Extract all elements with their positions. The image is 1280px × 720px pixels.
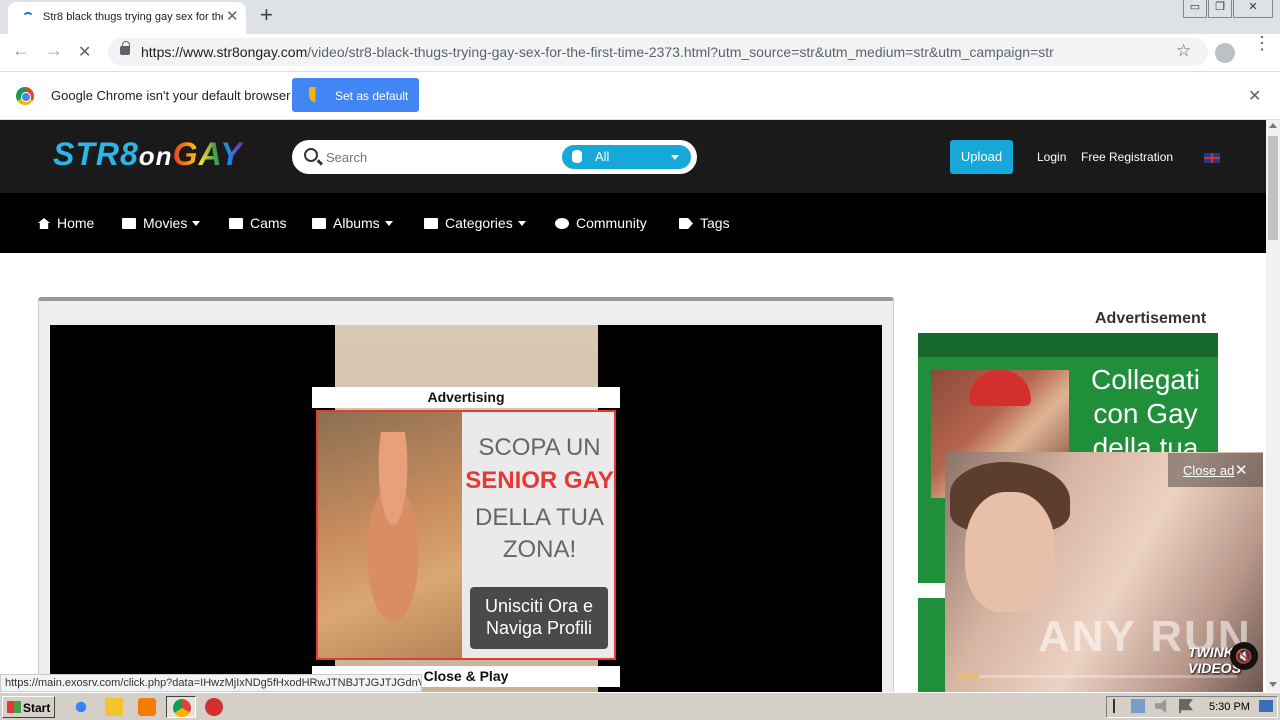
player-ad-banner[interactable]: SCOPA UN SENIOR GAY DELLA TUA ZONA! Unis… [316,410,616,660]
close-ad-button[interactable]: Close ad ✕ [1168,453,1263,487]
tray-expand-icon[interactable] [1113,699,1125,713]
window-close-button[interactable]: ✕ [1233,0,1273,18]
tab-close-icon[interactable]: ✕ [226,7,239,25]
sidebar-ad-text: Collegati con Gay della tua [1091,364,1200,455]
infobar-close-icon[interactable]: ✕ [1248,86,1261,106]
search-input[interactable] [326,147,546,167]
media-player-icon[interactable] [138,698,156,716]
tag-icon [679,218,693,229]
chrome-icon [173,699,191,717]
page-scrollbar[interactable] [1266,120,1280,692]
browser-menu-icon[interactable]: ⋮ [1253,34,1271,52]
advertising-label: Advertising [312,387,620,408]
nav-albums[interactable]: Albums [312,215,393,231]
opera-icon[interactable] [205,698,223,716]
address-bar[interactable]: https://www.str8ongay.com/video/str8-bla… [108,38,1208,66]
uk-flag-icon[interactable] [1204,153,1220,163]
chevron-down-icon [671,155,679,160]
new-tab-button[interactable]: + [260,2,273,28]
shield-icon [309,87,322,102]
ad-headline-1: SCOPA UN [478,434,601,461]
upload-button[interactable]: Upload [950,140,1013,174]
site-header: STR8onGAY All Upload Login Free Registra… [0,120,1266,193]
ie-icon[interactable] [72,698,90,716]
nav-community[interactable]: Community [555,215,647,231]
forward-button[interactable]: → [45,40,63,61]
link-status-bar: https://main.exosrv.com/click.php?data=I… [0,674,422,692]
scroll-thumb[interactable] [1268,136,1278,240]
volume-icon[interactable] [1155,699,1167,713]
video-camera-icon [229,218,243,229]
chevron-down-icon [384,221,393,226]
scroll-up-icon[interactable] [1269,123,1277,128]
search-icon[interactable] [304,148,318,162]
set-as-default-button[interactable]: Set as default [292,78,419,112]
home-icon [38,218,50,229]
folder-icon[interactable] [105,698,123,716]
ad-cta-button[interactable]: Unisciti Ora e Naviga Profili [470,587,608,649]
nav-home[interactable]: Home [38,215,94,231]
close-icon: ✕ [1235,462,1248,479]
ad-headline-3: DELLA TUA ZONA! [475,504,604,563]
network-icon[interactable] [1131,699,1145,713]
users-icon [555,218,569,229]
show-desktop-icon[interactable] [1259,700,1273,712]
main-nav: Home Movies Cams Albums Categories Commu… [0,193,1266,253]
bookmark-star-icon[interactable]: ☆ [1176,41,1191,61]
windows-logo-icon [7,701,21,713]
taskbar-chrome-button[interactable] [166,696,196,718]
browser-tab[interactable]: Str8 black thugs trying gay sex for the … [8,2,246,34]
browser-toolbar: ← → ✕ https://www.str8ongay.com/video/st… [0,34,1280,72]
start-button[interactable]: Start [2,696,55,718]
list-icon [424,218,438,229]
search-box: All [292,140,697,174]
login-link[interactable]: Login [1037,150,1066,164]
clock: 5:30 PM [1209,701,1250,713]
video-progress-fill [957,675,980,678]
url-text[interactable]: https://www.str8ongay.com/video/str8-bla… [141,44,1081,60]
profile-avatar-icon[interactable] [1215,43,1235,63]
free-registration-link[interactable]: Free Registration [1081,150,1173,164]
stop-loading-button[interactable]: ✕ [78,42,91,62]
windows-taskbar: Start 5:30 PM [0,692,1280,720]
search-filter-select[interactable]: All [562,145,691,169]
advertisement-heading: Advertisement [1095,310,1207,327]
flag-icon[interactable] [1179,699,1193,713]
window-minimize-button[interactable]: ▭ [1183,0,1207,18]
video-camera-icon [122,218,136,229]
browser-tab-bar: Str8 black thugs trying gay sex for the … [0,0,1280,34]
database-icon [572,150,582,163]
video-progress-bar[interactable] [957,675,1237,678]
mute-icon[interactable]: 🔇 [1230,642,1258,670]
nav-categories[interactable]: Categories [424,215,526,231]
nav-tags[interactable]: Tags [679,215,730,231]
ad-photo [318,412,462,658]
lock-icon [120,41,130,55]
scroll-down-icon[interactable] [1269,682,1277,687]
camera-icon [312,218,326,229]
system-tray: 5:30 PM [1106,696,1278,718]
site-logo[interactable]: STR8onGAY [53,136,243,173]
loading-spinner-icon [22,12,34,24]
chrome-logo-icon [16,87,34,105]
chevron-down-icon [517,221,526,226]
ad-headline-2: SENIOR GAY [465,467,614,494]
infobar-message: Google Chrome isn't your default browser [51,88,291,103]
back-button[interactable]: ← [12,40,30,61]
nav-movies[interactable]: Movies [122,215,201,231]
chevron-down-icon [192,221,201,226]
nav-cams[interactable]: Cams [229,215,287,231]
default-browser-infobar: Google Chrome isn't your default browser… [0,72,1280,120]
tab-title: Str8 black thugs trying gay sex for the … [43,11,223,23]
window-restore-button[interactable]: ❐ [1208,0,1232,18]
